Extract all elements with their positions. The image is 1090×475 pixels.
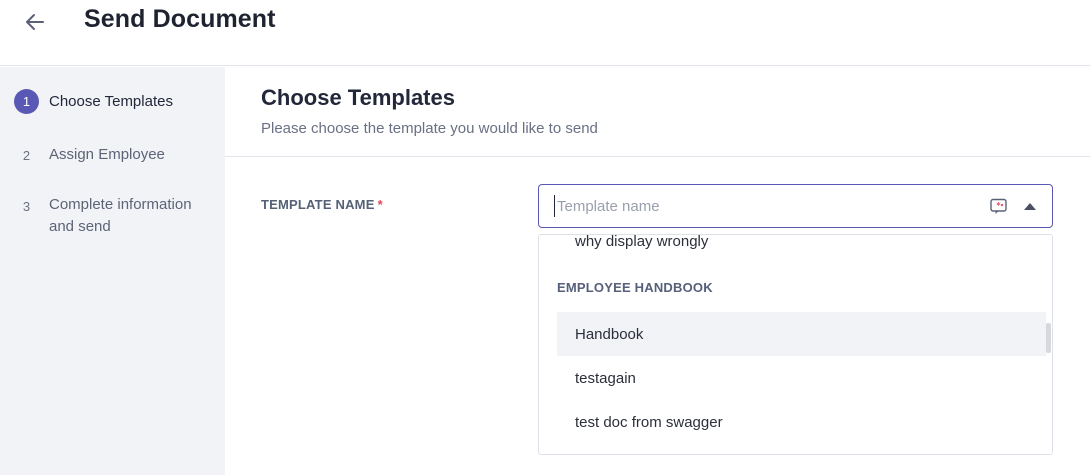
template-dropdown-list: why display wrongly EMPLOYEE HANDBOOK Ha… (538, 234, 1053, 455)
step-label-line1: Complete information (49, 196, 192, 213)
arrow-left-icon (26, 14, 44, 30)
stepper-sidebar: 1 Choose Templates 2 Assign Employee 3 C… (0, 67, 225, 475)
step-label: Choose Templates (49, 93, 173, 110)
step-assign-employee[interactable]: 2 Assign Employee (0, 143, 225, 169)
header: Send Document (0, 0, 1090, 66)
section-subtitle: Please choose the template you would lik… (261, 120, 598, 137)
section-title: Choose Templates (261, 85, 455, 110)
main-content: Choose Templates Please choose the templ… (225, 67, 1090, 475)
dropdown-group-header: EMPLOYEE HANDBOOK (557, 280, 713, 295)
step-number: 1 (14, 89, 39, 114)
dropdown-option-highlighted[interactable]: Handbook (557, 312, 1047, 356)
dropdown-scrollbar-thumb[interactable] (1046, 323, 1051, 353)
step-label-line2: and send (49, 218, 111, 235)
dropdown-option[interactable]: test doc from swagger (557, 400, 1047, 444)
step-label: Assign Employee (49, 146, 165, 163)
dropdown-option[interactable]: testagain (557, 356, 1047, 400)
template-name-label-text: TEMPLATE NAME (261, 197, 375, 212)
step-choose-templates[interactable]: 1 Choose Templates (0, 89, 225, 115)
step-number: 3 (22, 199, 31, 214)
svg-text:*: * (996, 201, 1001, 210)
step-number: 2 (22, 148, 31, 163)
autofill-badge-icon[interactable]: * (990, 198, 1007, 215)
template-select[interactable]: * (538, 184, 1053, 228)
back-button[interactable] (22, 9, 48, 35)
divider (225, 156, 1090, 157)
dropdown-option[interactable]: why display wrongly (557, 235, 1047, 263)
page-title: Send Document (84, 5, 276, 33)
dropdown-scrollbar-track[interactable] (1046, 235, 1052, 454)
template-name-input[interactable] (554, 195, 974, 217)
required-mark: * (377, 197, 383, 212)
template-name-label: TEMPLATE NAME * (261, 197, 383, 212)
caret-up-icon[interactable] (1024, 203, 1036, 210)
step-complete-information[interactable]: 3 Complete information and send (0, 194, 225, 242)
